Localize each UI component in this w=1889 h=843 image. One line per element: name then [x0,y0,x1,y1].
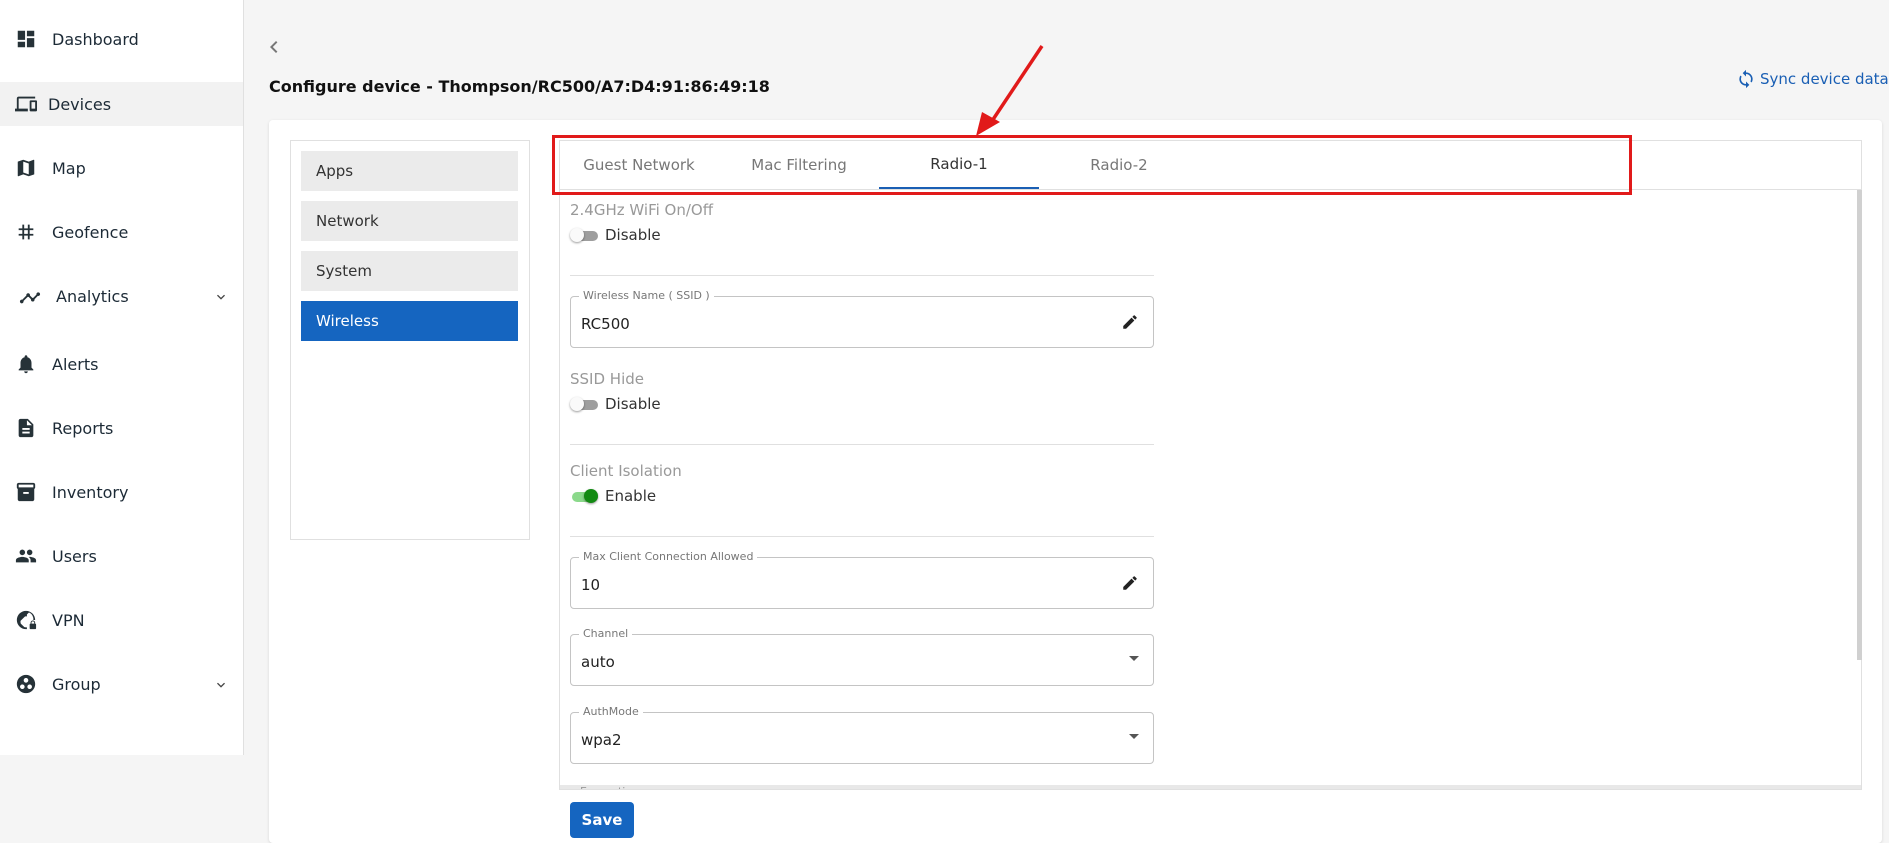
page-title: Configure device - Thompson/RC500/A7:D4:… [269,77,770,96]
sidebar-item-reports[interactable]: Reports [0,406,243,450]
inventory-icon [14,481,38,503]
sidebar-item-group[interactable]: Group [0,662,243,706]
edit-icon[interactable] [1121,313,1139,331]
client-isolation-state: Enable [605,487,657,505]
max-clients-label: Max Client Connection Allowed [579,550,758,563]
sidebar-item-inventory[interactable]: Inventory [0,470,243,514]
config-menu-system[interactable]: System [301,251,518,291]
sidebar-item-map[interactable]: Map [0,146,243,190]
geofence-icon [14,221,38,243]
wireless-tabs: Guest Network Mac Filtering Radio-1 Radi… [559,140,1862,190]
map-icon [14,157,38,179]
scrollbar[interactable] [1857,190,1862,660]
sidebar-item-label: Dashboard [52,29,139,49]
wifi-onoff-state: Disable [605,226,661,244]
config-menu: Apps Network System Wireless [290,140,530,540]
encryption-label: Encryption [580,785,639,789]
tab-mac-filtering[interactable]: Mac Filtering [719,140,879,189]
sidebar-item-label: Alerts [52,354,99,374]
sidebar-item-label: VPN [52,610,85,630]
ssid-hide-label: SSID Hide [570,370,644,388]
divider [570,275,1154,276]
annotation-arrow-icon [976,45,1044,136]
sidebar-item-devices[interactable]: Devices [0,82,243,126]
tab-radio-1[interactable]: Radio-1 [879,140,1039,189]
chevron-down-icon [213,289,229,305]
dropdown-arrow-icon [1129,734,1139,739]
wireless-panel [559,140,1862,790]
max-clients-field[interactable]: Max Client Connection Allowed 10 [570,550,1154,609]
dropdown-arrow-icon [1129,656,1139,661]
wifi-onoff-label: 2.4GHz WiFi On/Off [570,201,714,219]
chevron-down-icon [213,677,229,693]
sync-label: Sync device data [1760,70,1889,88]
sidebar-item-vpn[interactable]: VPN [0,598,243,642]
back-icon[interactable] [266,38,280,56]
channel-label: Channel [579,627,633,640]
ssid-field[interactable]: Wireless Name ( SSID ) RC500 [570,289,1154,348]
save-button[interactable]: Save [570,802,634,838]
devices-icon [14,93,38,115]
divider [570,536,1154,537]
analytics-icon [18,285,42,307]
wifi-onoff-toggle[interactable] [570,228,598,242]
sidebar-item-label: Users [52,546,97,566]
authmode-select[interactable]: AuthMode wpa2 [570,705,1154,764]
dashboard-icon [14,28,38,50]
sync-device-data-button[interactable]: Sync device data [1736,69,1889,89]
sidebar-item-label: Reports [52,418,114,438]
tab-guest-network[interactable]: Guest Network [559,140,719,189]
config-menu-network[interactable]: Network [301,201,518,241]
sidebar-item-label: Geofence [52,222,129,242]
sidebar-item-geofence[interactable]: Geofence [0,210,243,254]
tab-radio-2[interactable]: Radio-2 [1039,140,1199,189]
group-icon [14,673,38,695]
sidebar-item-label: Group [52,674,101,694]
client-isolation-toggle[interactable] [570,489,598,503]
channel-select[interactable]: Channel auto [570,627,1154,686]
divider [570,444,1154,445]
authmode-label: AuthMode [579,705,643,718]
ssid-label: Wireless Name ( SSID ) [579,289,714,302]
sidebar-item-label: Inventory [52,482,129,502]
config-menu-apps[interactable]: Apps [301,151,518,191]
max-clients-value: 10 [581,576,601,594]
sidebar-item-users[interactable]: Users [0,534,243,578]
sidebar-item-label: Map [52,158,86,178]
sidebar-item-label: Analytics [56,286,129,306]
channel-value: auto [581,653,615,671]
sidebar-item-analytics[interactable]: Analytics [0,274,243,318]
sync-icon [1739,69,1753,89]
reports-icon [14,417,38,439]
horizontal-scrollbar[interactable] [560,785,1861,789]
authmode-value: wpa2 [581,731,622,749]
vpn-icon [14,609,38,631]
sidebar: Dashboard Devices Map Geofence Analytics… [0,0,244,755]
sidebar-item-label: Devices [48,94,112,114]
ssid-value: RC500 [581,315,630,333]
ssid-hide-state: Disable [605,395,661,413]
sidebar-item-dashboard[interactable]: Dashboard [0,17,243,61]
edit-icon[interactable] [1121,574,1139,592]
bell-icon [14,353,38,375]
ssid-hide-toggle[interactable] [570,397,598,411]
config-menu-wireless[interactable]: Wireless [301,301,518,341]
client-isolation-label: Client Isolation [570,462,682,480]
users-icon [14,545,38,567]
sidebar-item-alerts[interactable]: Alerts [0,342,243,386]
